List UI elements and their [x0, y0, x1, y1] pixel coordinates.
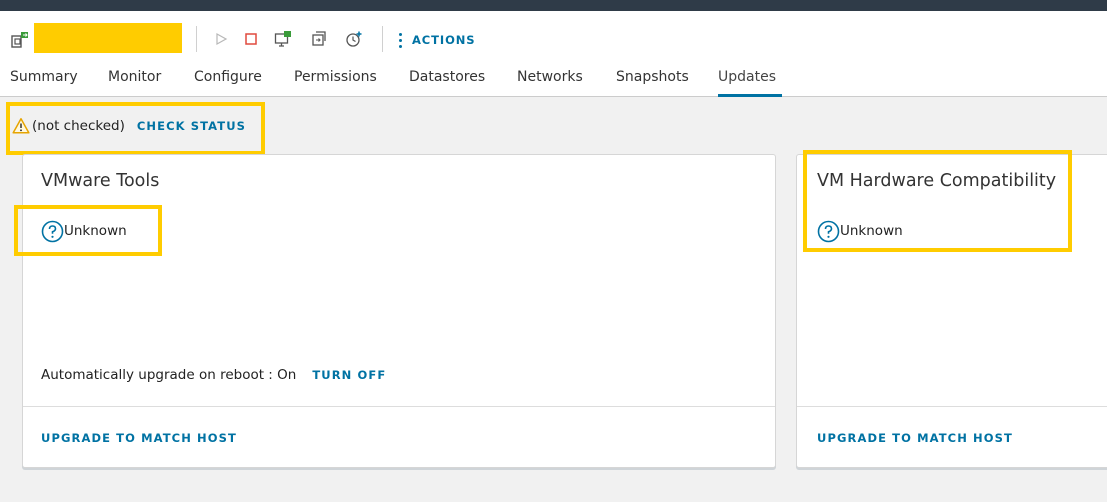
vm-name-redacted — [34, 23, 182, 53]
vmware-tools-status: Unknown — [41, 219, 127, 243]
tab-summary[interactable]: Summary — [10, 69, 78, 97]
top-header-bar — [0, 0, 1107, 11]
power-off-icon[interactable] — [240, 28, 262, 50]
check-status-link[interactable]: CHECK STATUS — [137, 119, 246, 133]
toolbar-separator — [382, 26, 383, 52]
auto-upgrade-text: Automatically upgrade on reboot : On — [41, 367, 297, 383]
console-icon[interactable] — [272, 28, 294, 50]
hw-compat-status-text: Unknown — [840, 223, 903, 239]
tab-snapshots[interactable]: Snapshots — [616, 69, 689, 97]
tab-updates[interactable]: Updates — [718, 69, 782, 97]
snapshot-icon[interactable] — [343, 28, 365, 50]
turn-off-link[interactable]: TURN OFF — [312, 368, 386, 382]
hw-compat-title: VM Hardware Compatibility — [817, 171, 1057, 191]
tab-monitor[interactable]: Monitor — [108, 69, 161, 97]
vmware-tools-status-text: Unknown — [64, 223, 127, 239]
vmware-tools-title: VMware Tools — [41, 171, 160, 191]
card-divider — [23, 406, 775, 407]
auto-upgrade-row: Automatically upgrade on reboot : On TUR… — [41, 367, 386, 383]
tab-configure[interactable]: Configure — [194, 69, 262, 97]
actions-button[interactable]: ACTIONS — [398, 29, 475, 51]
tab-bar: Summary Monitor Configure Permissions Da… — [0, 65, 1107, 97]
vmware-tools-card: VMware Tools Unknown Automatically upgra… — [22, 154, 776, 468]
tab-datastores[interactable]: Datastores — [409, 69, 485, 97]
help-circle-icon — [817, 220, 840, 243]
tab-permissions[interactable]: Permissions — [294, 69, 377, 97]
card-divider — [797, 406, 1107, 407]
tab-networks[interactable]: Networks — [517, 69, 583, 97]
toolbar-separator — [196, 26, 197, 52]
hw-compat-status: Unknown — [817, 219, 903, 243]
actions-label: ACTIONS — [412, 33, 476, 47]
more-vertical-icon — [398, 32, 402, 48]
hw-compat-upgrade-link[interactable]: UPGRADE TO MATCH HOST — [817, 431, 1013, 445]
power-on-icon[interactable] — [210, 28, 232, 50]
help-circle-icon — [41, 220, 64, 243]
vm-hardware-compatibility-card: VM Hardware Compatibility Unknown UPGRAD… — [796, 154, 1107, 468]
vm-toolbar: ACTIONS — [0, 11, 1107, 65]
warning-icon — [12, 117, 30, 135]
compliance-status-row: (not checked) CHECK STATUS — [12, 116, 246, 136]
vmware-tools-upgrade-link[interactable]: UPGRADE TO MATCH HOST — [41, 431, 237, 445]
migrate-icon[interactable] — [308, 28, 330, 50]
compliance-status-text: (not checked) — [32, 118, 125, 134]
vm-migrate-icon — [10, 30, 30, 50]
